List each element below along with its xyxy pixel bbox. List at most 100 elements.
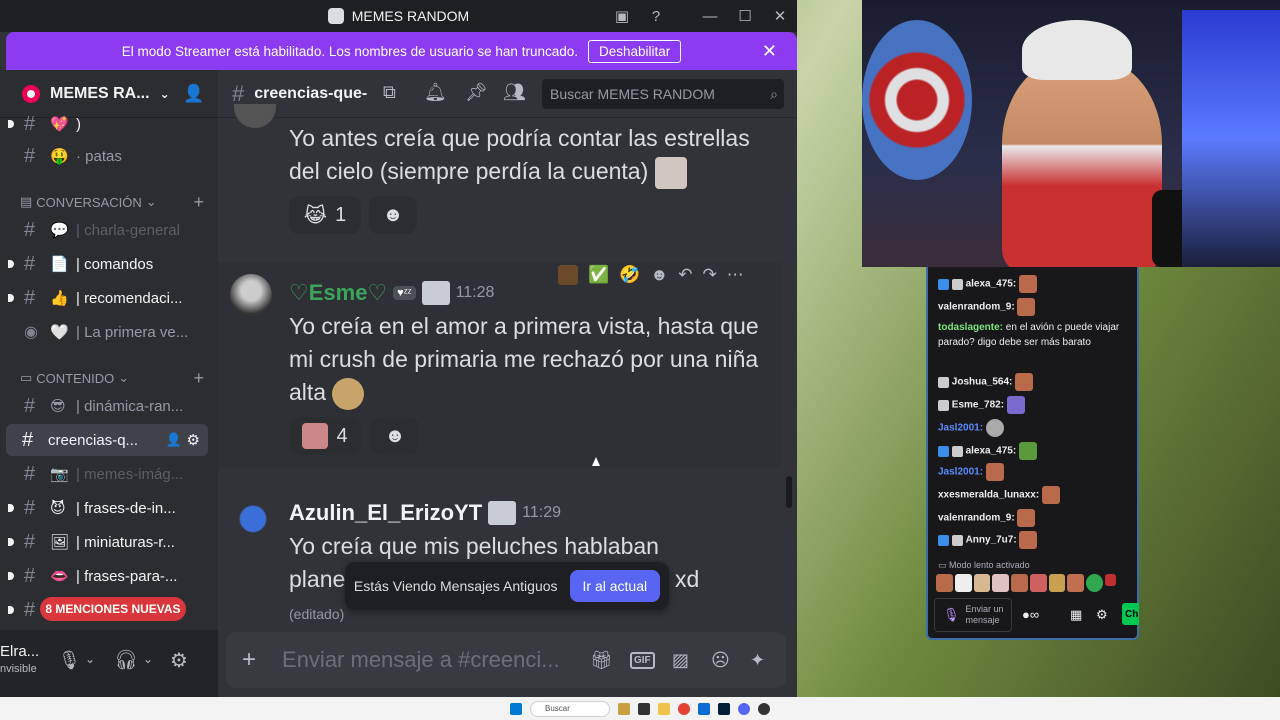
emote-icon[interactable] [1104, 574, 1117, 586]
reaction-button[interactable]: 4 [289, 417, 361, 455]
check-emoji-icon[interactable]: ✅ [588, 265, 609, 285]
headphones-icon[interactable]: 🎧︎ [114, 648, 138, 672]
help-icon[interactable]: ? [638, 0, 674, 32]
chrome-icon[interactable] [678, 702, 690, 715]
apps-icon[interactable]: ✦ [750, 650, 765, 671]
emote-icon[interactable] [1048, 574, 1066, 592]
threads-icon[interactable]: ⧉ [383, 82, 396, 103]
app-icon[interactable] [618, 702, 630, 715]
stage-channel-item[interactable]: ◉ 🤍 | La primera ve... [6, 316, 208, 348]
channel-item[interactable]: # 😈 | frases-de-in... [6, 492, 208, 524]
category-conversacion[interactable]: ▤ CONVERSACIÓN ⌄ + [20, 192, 210, 213]
avatar[interactable] [230, 274, 272, 316]
channel-item[interactable]: # 💖) [6, 108, 208, 140]
inbox-icon[interactable]: ▣ [604, 0, 640, 32]
bell-icon[interactable]: 🔔︎ [424, 82, 447, 103]
minimize-button[interactable]: — [692, 0, 728, 32]
avatar[interactable] [234, 104, 276, 128]
disable-streamer-button[interactable]: Deshabilitar [587, 39, 682, 63]
discord-icon[interactable] [738, 702, 750, 715]
emote-icon[interactable] [1011, 574, 1028, 592]
author-name[interactable]: Azulin_El_ErizoYT [289, 500, 482, 526]
add-member-icon[interactable]: 👤 [166, 432, 182, 448]
app-icon[interactable] [638, 702, 650, 715]
taskbar-search[interactable]: Buscar [530, 700, 610, 717]
bits-icon[interactable]: ●∞ [1022, 607, 1039, 622]
badge-icon [938, 376, 949, 388]
channel-item[interactable]: # 🖼 | miniaturas-r... [6, 526, 208, 558]
gear-icon[interactable]: ⚙ [187, 431, 200, 449]
chat-button[interactable]: Ch [1122, 603, 1139, 625]
add-reaction-button[interactable]: ☻ [371, 417, 419, 455]
avatar[interactable] [232, 500, 274, 542]
add-channel-icon[interactable]: + [193, 368, 204, 389]
channel-item[interactable]: # 😎 | dinámica-ran... [6, 390, 208, 422]
start-icon[interactable] [510, 702, 522, 715]
add-reaction-icon[interactable]: ☻ [650, 265, 668, 285]
plus-icon[interactable]: + [242, 646, 256, 674]
gift-icon[interactable]: 🎁︎ [590, 650, 613, 671]
username[interactable]: Elra... [0, 643, 39, 660]
gift-icon[interactable]: ▦ [1070, 607, 1082, 623]
emote-icon [985, 419, 1004, 437]
chevron-down-icon[interactable]: ⌄ [143, 652, 153, 666]
chevron-down-icon[interactable]: ⌄ [85, 652, 95, 666]
add-reaction-button[interactable]: ☻ [369, 196, 417, 234]
channel-item-active[interactable]: # creencias-q... 👤 ⚙ [6, 424, 208, 456]
stream-chat: alexa_475: valenrandom_9: todaslagente: … [926, 267, 1139, 640]
chat-line: Joshua_564: [938, 373, 1133, 391]
app-icon[interactable] [698, 702, 710, 715]
new-mentions-pill[interactable]: 8 MENCIONES NUEVAS [40, 597, 186, 621]
xd-emoji-icon[interactable] [558, 265, 578, 285]
jump-to-present-button[interactable]: Ir al actual [569, 570, 661, 602]
rofl-emoji-icon[interactable]: 🤣 [619, 265, 640, 285]
emote-icon [1017, 509, 1036, 527]
scrollbar-thumb[interactable] [786, 476, 792, 508]
hash-icon: # [24, 564, 36, 587]
channel-item[interactable]: # 👄 | frases-para-... [6, 560, 208, 592]
gear-icon[interactable]: ⚙ [1096, 607, 1108, 623]
microphone-icon[interactable]: 🎙︎ [58, 650, 81, 671]
pin-icon[interactable]: 📌︎ [465, 82, 488, 103]
dog-emoji-icon [332, 377, 365, 410]
category-contenido[interactable]: ▭ CONTENIDO ⌄ + [20, 368, 210, 389]
forward-icon[interactable]: ↷ [702, 265, 716, 285]
emote-icon [1018, 442, 1037, 460]
channel-item[interactable]: # 👍 | recomendaci... [6, 282, 208, 314]
close-icon[interactable]: ✕ [762, 41, 777, 62]
message-input[interactable]: Enviar mensaje a #creenci... [282, 647, 560, 673]
emote-icon[interactable] [936, 574, 953, 592]
add-channel-icon[interactable]: + [193, 192, 204, 213]
channel-item[interactable]: # 📷 | memes-imág... [6, 458, 208, 490]
more-icon[interactable]: ⋯ [727, 265, 744, 285]
folder-icon[interactable] [658, 702, 670, 715]
streamer-mode-banner: El modo Streamer está habilitado. Los no… [6, 32, 797, 70]
author-name[interactable]: ♡Esme♡ [289, 280, 387, 306]
emote-icon[interactable] [1067, 574, 1085, 592]
custom-emoji-icon [302, 423, 329, 449]
emoji-icon[interactable]: ☹ [711, 650, 730, 671]
add-member-icon[interactable]: 👤 [183, 84, 204, 104]
channel-item[interactable]: # 📄 | comandos [6, 248, 208, 280]
chat-line: xxesmeralda_lunaxx: [938, 486, 1133, 504]
gif-icon[interactable]: GIF [630, 651, 655, 669]
emote-icon[interactable] [992, 574, 1010, 592]
reply-icon[interactable]: ↶ [678, 265, 692, 285]
search-input[interactable]: Buscar MEMES RANDOM ⌕ [542, 79, 784, 109]
channel-item[interactable]: # 💬 | charla-general [6, 214, 208, 246]
emote-icon[interactable] [954, 574, 972, 592]
emote-icon[interactable] [1029, 574, 1047, 592]
emote-icon[interactable] [1086, 574, 1103, 592]
gear-icon[interactable]: ⚙ [170, 648, 188, 673]
channel-item[interactable]: # 🤑 · patas [6, 140, 208, 172]
badge-icon [938, 278, 949, 290]
close-window-button[interactable]: ✕ [762, 0, 797, 32]
sticker-icon[interactable]: ▨ [672, 650, 689, 671]
obs-icon[interactable] [758, 702, 770, 715]
maximize-button[interactable]: ☐ [727, 0, 763, 32]
reaction-button[interactable]: 😹 1 [289, 196, 361, 234]
emote-icon[interactable] [973, 574, 991, 592]
members-icon[interactable]: 👥︎ [503, 82, 526, 103]
photoshop-icon[interactable] [718, 702, 730, 715]
chat-input[interactable]: 🎙︎ Enviar un mensaje [934, 598, 1012, 632]
